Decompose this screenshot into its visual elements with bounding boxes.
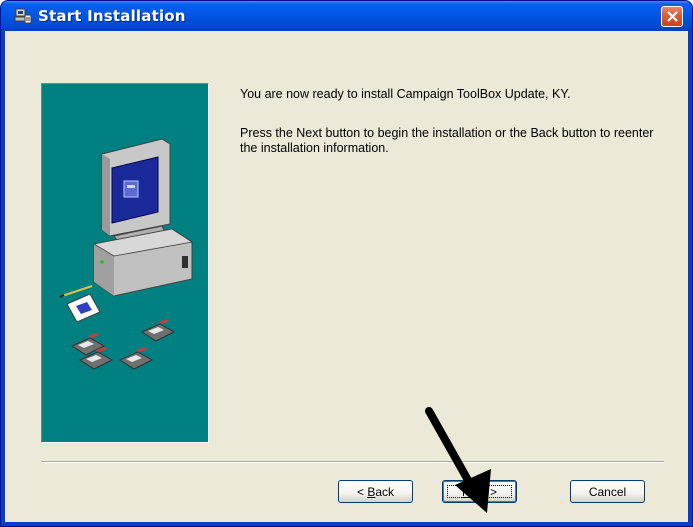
computer-disks-illustration bbox=[59, 138, 194, 370]
ready-message: You are now ready to install Campaign To… bbox=[240, 87, 571, 101]
instruction-message: Press the Next button to begin the insta… bbox=[240, 126, 654, 155]
close-button[interactable] bbox=[661, 6, 683, 27]
title-bar[interactable]: Start Installation bbox=[1, 1, 692, 31]
back-prefix: < bbox=[356, 484, 368, 499]
pointer-arrow bbox=[425, 407, 491, 513]
setup-icon bbox=[14, 7, 32, 25]
back-label-rest: ack bbox=[375, 484, 395, 499]
installer-illustration-panel bbox=[41, 83, 209, 443]
back-button[interactable]: < Back bbox=[338, 480, 413, 503]
dialog-body: You are now ready to install Campaign To… bbox=[5, 31, 688, 522]
button-separator bbox=[41, 461, 664, 463]
cancel-button[interactable]: Cancel bbox=[570, 480, 645, 503]
close-icon bbox=[667, 11, 678, 22]
back-mnemonic: B bbox=[367, 484, 376, 499]
window-title: Start Installation bbox=[38, 7, 186, 25]
installer-window: Start Installation You are now ready to … bbox=[0, 0, 693, 527]
